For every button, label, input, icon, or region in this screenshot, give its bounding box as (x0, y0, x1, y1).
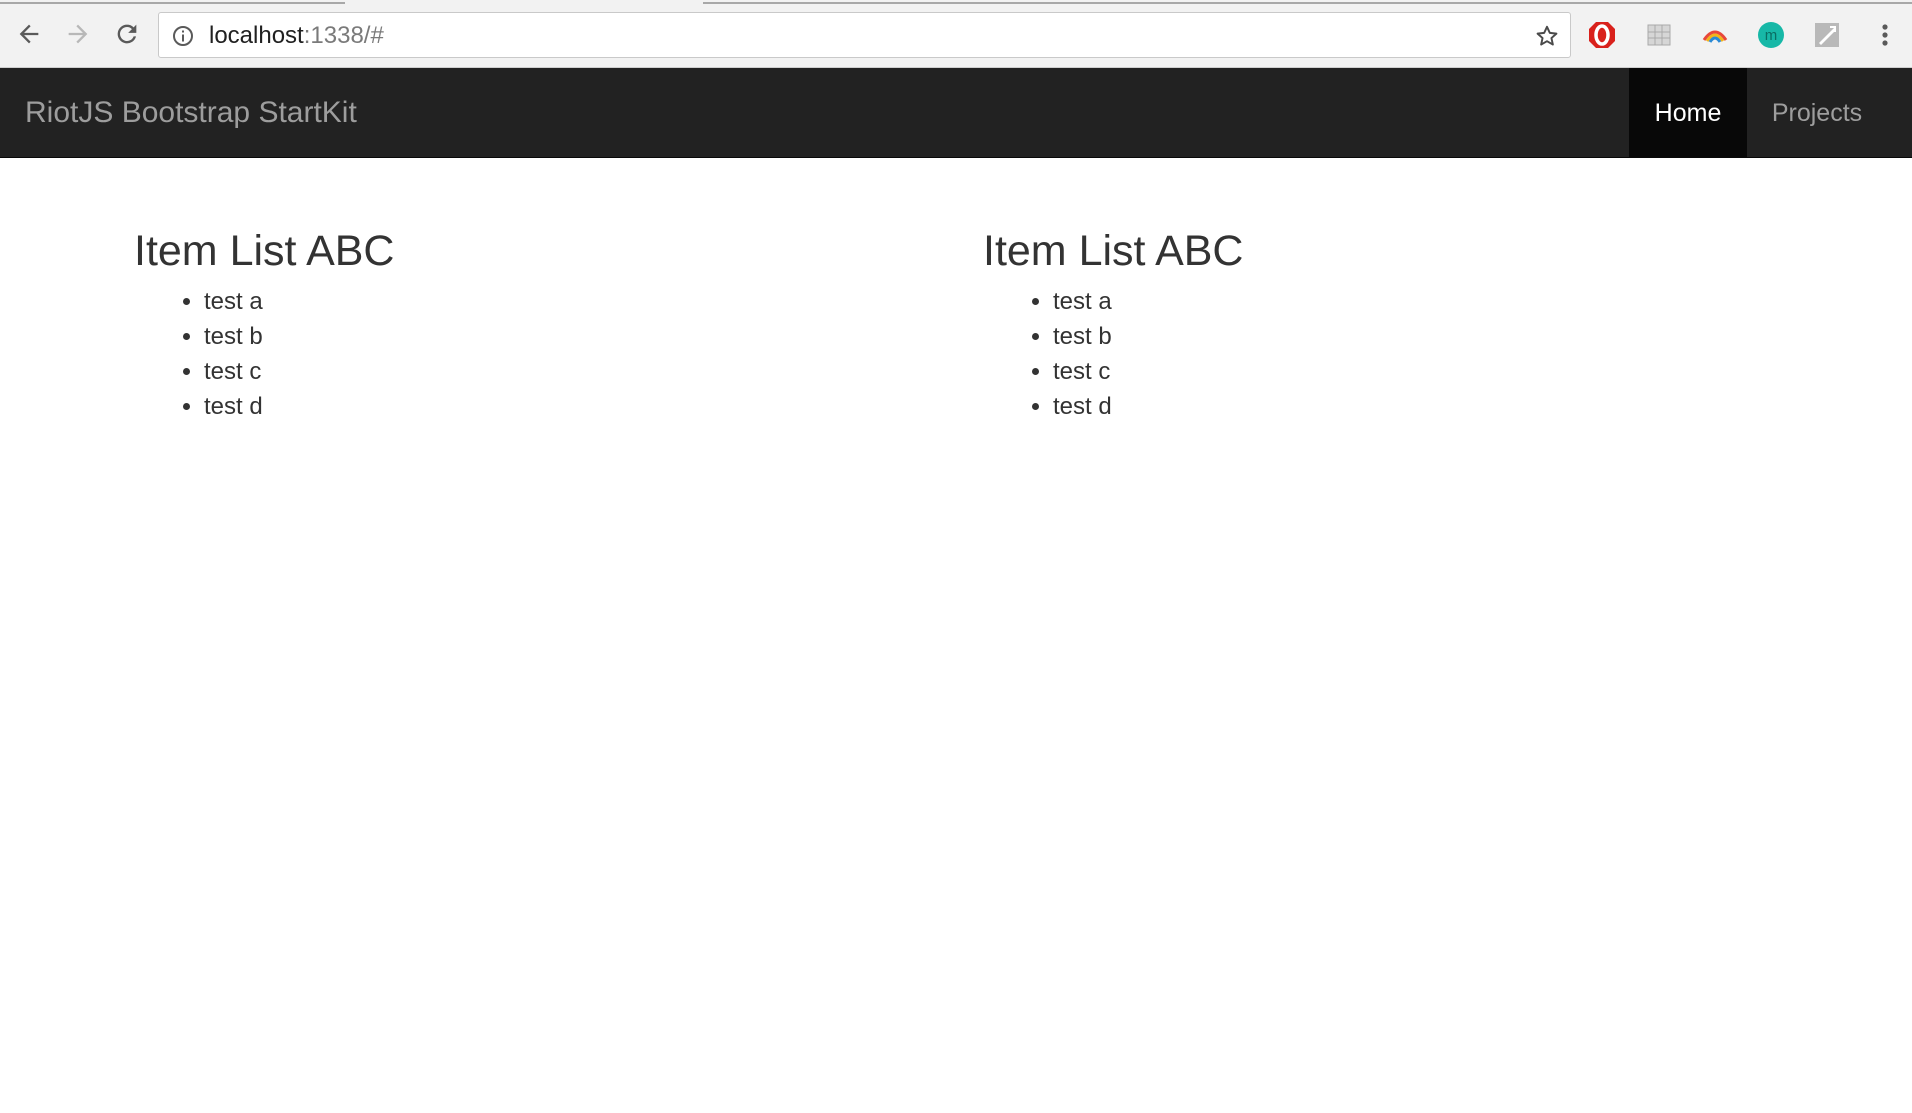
m-extension[interactable]: m (1756, 20, 1786, 50)
arrow-right-icon (68, 24, 88, 44)
reload-icon (117, 24, 137, 44)
svg-text:m: m (1765, 27, 1778, 44)
list-item: test c (204, 354, 834, 389)
nav-item-projects[interactable]: Projects (1747, 68, 1887, 158)
item-list: test a test b test c test d (134, 284, 834, 424)
grid-extension[interactable] (1644, 20, 1674, 50)
tool-extension-icon (1815, 23, 1839, 47)
m-extension-icon: m (1758, 22, 1784, 48)
back-button[interactable] (9, 14, 49, 54)
item-list-title: Item List ABC (134, 227, 395, 275)
url-host: localhost (209, 22, 304, 49)
list-item: test c (1053, 354, 1683, 389)
info-icon[interactable] (171, 24, 195, 48)
star-icon[interactable] (1534, 23, 1560, 49)
tab-inactive-left[interactable] (0, 0, 345, 4)
tool-extension[interactable] (1812, 20, 1842, 50)
item-list: test a test b test c test d (983, 284, 1683, 424)
rainbow-extension[interactable] (1700, 20, 1730, 50)
list-item: test d (204, 389, 834, 424)
navbar-brand[interactable]: RiotJS Bootstrap StartKit (25, 68, 357, 158)
url-text[interactable]: localhost:1338/# (209, 23, 384, 49)
arrow-left-icon (19, 24, 39, 44)
list-item: test d (1053, 389, 1683, 424)
browser-toolbar: localhost:1338/# m (0, 0, 1912, 68)
item-list-title: Item List ABC (983, 227, 1244, 275)
rainbow-extension-icon (1702, 30, 1728, 43)
grid-extension-icon (1647, 24, 1671, 46)
address-bar[interactable]: localhost:1338/# (158, 12, 1571, 58)
nav-item-home[interactable]: Home (1629, 68, 1747, 158)
kebab-menu-icon (1882, 24, 1888, 46)
list-item: test b (1053, 319, 1683, 354)
item-list-panel: Item List ABC test a test b test c test … (134, 222, 834, 424)
url-path: :1338/# (303, 22, 384, 49)
navbar: RiotJS Bootstrap StartKit Home Projects (0, 68, 1912, 158)
list-item: test a (1053, 284, 1683, 319)
opera-adblock-extension[interactable] (1587, 20, 1617, 50)
item-list-panel: Item List ABC test a test b test c test … (983, 222, 1683, 424)
forward-button[interactable] (58, 14, 98, 54)
tab-inactive-right[interactable] (703, 0, 1912, 4)
tab-strip (0, 0, 1912, 4)
reload-button[interactable] (107, 14, 147, 54)
browser-menu-button[interactable] (1870, 20, 1900, 50)
list-item: test b (204, 319, 834, 354)
list-item: test a (204, 284, 834, 319)
opera-adblock-icon (1589, 22, 1615, 48)
